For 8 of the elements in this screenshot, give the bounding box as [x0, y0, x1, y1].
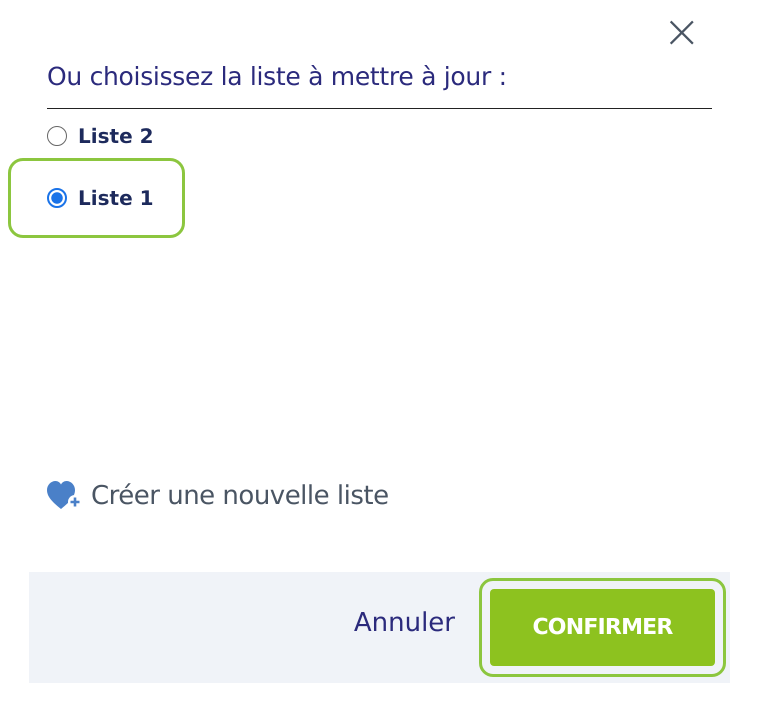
- radio-option[interactable]: Liste 1: [11, 161, 182, 235]
- radio-option[interactable]: Liste 2: [47, 121, 154, 151]
- create-list-link[interactable]: Créer une nouvelle liste: [47, 481, 389, 511]
- dialog-title: Ou choisissez la liste à mettre à jour :: [47, 62, 712, 109]
- radio-button[interactable]: [47, 188, 67, 208]
- cancel-button[interactable]: Annuler: [354, 608, 455, 638]
- radio-button[interactable]: [47, 126, 67, 146]
- close-button[interactable]: ×: [658, 6, 705, 56]
